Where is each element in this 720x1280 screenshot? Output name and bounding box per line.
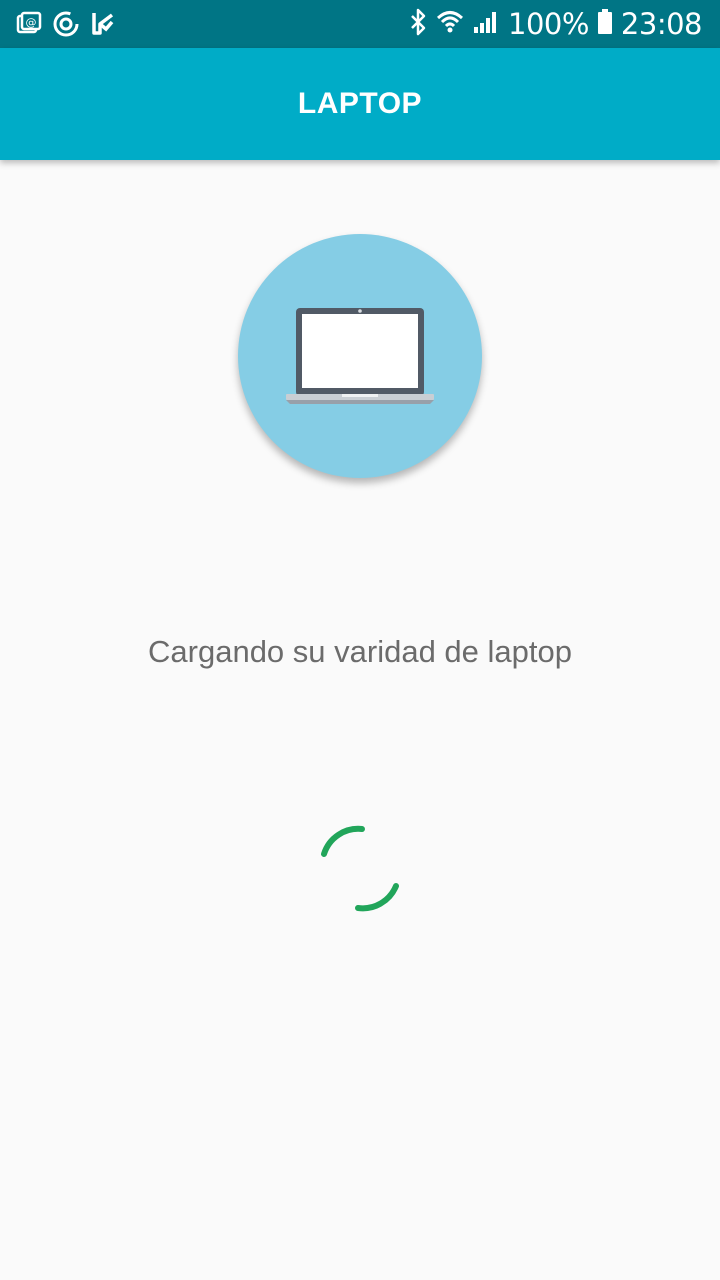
loading-message: Cargando su varidad de laptop [148,634,572,669]
check-flag-icon [90,10,116,43]
signal-icon [472,8,500,41]
system-icons: 100% 23:08 [408,0,703,48]
battery-percent: 100% [508,7,589,41]
status-bar: @ 100% 23:08 [0,0,720,48]
app-bar: LAPTOP [0,48,720,160]
sync-circle-icon [52,10,80,43]
notification-icons: @ [16,10,116,43]
bluetooth-icon [408,8,428,41]
page-title: LAPTOP [297,87,423,120]
gallery-email-icon: @ [16,10,42,43]
svg-text:@: @ [26,16,37,29]
battery-icon [597,8,613,41]
clock: 23:08 [620,7,703,41]
wifi-icon [436,8,464,41]
laptop-icon [286,308,434,404]
loading-spinner [318,824,402,919]
hero-circle [238,234,482,478]
